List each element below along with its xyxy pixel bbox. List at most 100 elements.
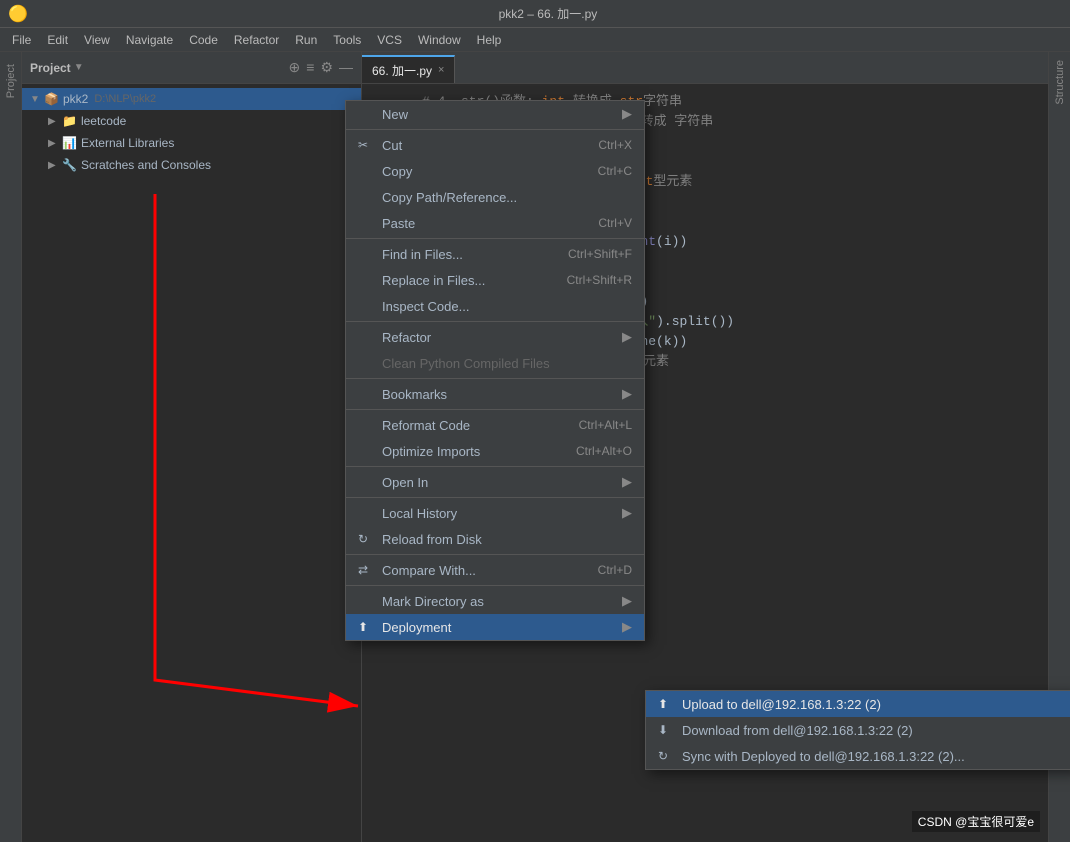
menu-window[interactable]: Window bbox=[410, 28, 469, 52]
ctx-reformat-shortcut: Ctrl+Alt+L bbox=[579, 418, 632, 432]
deployment-upload[interactable]: ⬆ Upload to dell@192.168.1.3:22 (2) bbox=[646, 691, 1070, 717]
tree-item-scratches[interactable]: ▶ 🔧 Scratches and Consoles bbox=[22, 154, 361, 176]
deployment-icon: ⬆ bbox=[358, 620, 378, 634]
ctx-optimize-imports[interactable]: Optimize Imports Ctrl+Alt+O bbox=[346, 438, 644, 464]
watermark: CSDN @宝宝很可爱e bbox=[912, 811, 1040, 832]
ctx-refactor[interactable]: Refactor ▶ bbox=[346, 324, 644, 350]
ctx-cut-label: Cut bbox=[382, 138, 402, 153]
deployment-download-label: Download from dell@192.168.1.3:22 (2) bbox=[682, 723, 913, 738]
project-header: Project ▼ ⊕ ≡ ⚙ — bbox=[22, 52, 361, 84]
new-submenu-arrow: ▶ bbox=[622, 106, 632, 122]
app-logo: 🟡 bbox=[8, 4, 28, 24]
collapse-icon[interactable]: ≡ bbox=[306, 59, 314, 76]
history-submenu-arrow: ▶ bbox=[622, 505, 632, 521]
scratches-icon: 🔧 bbox=[62, 158, 77, 172]
tree-path-pkk2: D:\NLP\pkk2 bbox=[94, 93, 156, 105]
ctx-sep-8 bbox=[346, 554, 644, 555]
ctx-local-history-label: Local History bbox=[382, 506, 457, 521]
ctx-reload-label: Reload from Disk bbox=[382, 532, 482, 547]
ctx-find-in-files[interactable]: Find in Files... Ctrl+Shift+F bbox=[346, 241, 644, 267]
tree-item-leetcode[interactable]: ▶ 📁 leetcode bbox=[22, 110, 361, 132]
ctx-open-in[interactable]: Open In ▶ bbox=[346, 469, 644, 495]
tab-bar: 66. 加一.py × bbox=[362, 52, 1048, 84]
ctx-paste[interactable]: Paste Ctrl+V bbox=[346, 210, 644, 236]
menu-navigate[interactable]: Navigate bbox=[118, 28, 181, 52]
ctx-sep-7 bbox=[346, 497, 644, 498]
module-icon-pkk2: 📦 bbox=[44, 92, 59, 106]
cut-icon: ✂ bbox=[358, 138, 378, 152]
tree-item-external-libraries[interactable]: ▶ 📊 External Libraries bbox=[22, 132, 361, 154]
ctx-reload-from-disk[interactable]: ↻ Reload from Disk bbox=[346, 526, 644, 552]
tree-label-leetcode: leetcode bbox=[81, 114, 126, 128]
ctx-sep-4 bbox=[346, 378, 644, 379]
reload-icon: ↻ bbox=[358, 532, 378, 546]
ctx-clean-compiled: Clean Python Compiled Files bbox=[346, 350, 644, 376]
menu-edit[interactable]: Edit bbox=[39, 28, 76, 52]
tree-item-pkk2[interactable]: ▼ 📦 pkk2 D:\NLP\pkk2 bbox=[22, 88, 361, 110]
ctx-replace-in-files[interactable]: Replace in Files... Ctrl+Shift+R bbox=[346, 267, 644, 293]
ctx-compare-shortcut: Ctrl+D bbox=[598, 563, 632, 577]
ctx-sep-1 bbox=[346, 129, 644, 130]
deployment-download[interactable]: ⬇ Download from dell@192.168.1.3:22 (2) bbox=[646, 717, 1070, 743]
ctx-new[interactable]: New ▶ bbox=[346, 101, 644, 127]
sidebar-tab-project[interactable]: Project bbox=[3, 56, 19, 106]
ctx-sep-3 bbox=[346, 321, 644, 322]
deployment-submenu-arrow: ▶ bbox=[622, 619, 632, 635]
menu-tools[interactable]: Tools bbox=[325, 28, 369, 52]
menu-run[interactable]: Run bbox=[287, 28, 325, 52]
menu-help[interactable]: Help bbox=[469, 28, 510, 52]
menu-file[interactable]: File bbox=[4, 28, 39, 52]
ctx-refactor-label: Refactor bbox=[382, 330, 431, 345]
menu-vcs[interactable]: VCS bbox=[369, 28, 410, 52]
minimize-icon[interactable]: — bbox=[339, 59, 353, 76]
project-panel: Project ▼ ⊕ ≡ ⚙ — ▼ 📦 pkk2 D:\NLP\pkk2 ▶… bbox=[22, 52, 362, 842]
ctx-new-label: New bbox=[382, 107, 408, 122]
project-title: Project bbox=[30, 61, 71, 75]
ctx-mark-directory-as[interactable]: Mark Directory as ▶ bbox=[346, 588, 644, 614]
deployment-submenu: ⬆ Upload to dell@192.168.1.3:22 (2) ⬇ Do… bbox=[645, 690, 1070, 770]
tab-close-button[interactable]: × bbox=[438, 64, 444, 76]
deployment-sync[interactable]: ↻ Sync with Deployed to dell@192.168.1.3… bbox=[646, 743, 1070, 769]
ctx-find-in-files-label: Find in Files... bbox=[382, 247, 463, 262]
ctx-sep-5 bbox=[346, 409, 644, 410]
menu-view[interactable]: View bbox=[76, 28, 118, 52]
project-dropdown-arrow[interactable]: ▼ bbox=[74, 62, 84, 73]
menu-code[interactable]: Code bbox=[181, 28, 226, 52]
mark-submenu-arrow: ▶ bbox=[622, 593, 632, 609]
external-libraries-icon: 📊 bbox=[62, 136, 77, 150]
tab-active[interactable]: 66. 加一.py × bbox=[362, 55, 455, 83]
project-tree: ▼ 📦 pkk2 D:\NLP\pkk2 ▶ 📁 leetcode ▶ 📊 Ex… bbox=[22, 84, 361, 842]
tree-label-external-libraries: External Libraries bbox=[81, 136, 174, 150]
ctx-copy-path-label: Copy Path/Reference... bbox=[382, 190, 517, 205]
menu-refactor[interactable]: Refactor bbox=[226, 28, 287, 52]
ctx-cut[interactable]: ✂ Cut Ctrl+X bbox=[346, 132, 644, 158]
ctx-sep-6 bbox=[346, 466, 644, 467]
tree-label-pkk2: pkk2 bbox=[63, 92, 88, 106]
tree-label-scratches: Scratches and Consoles bbox=[81, 158, 211, 172]
ctx-find-shortcut: Ctrl+Shift+F bbox=[568, 247, 632, 261]
ctx-copy-shortcut: Ctrl+C bbox=[598, 164, 632, 178]
ctx-mark-label: Mark Directory as bbox=[382, 594, 484, 609]
locate-icon[interactable]: ⊕ bbox=[289, 59, 301, 76]
options-icon[interactable]: ⚙ bbox=[320, 59, 333, 76]
expand-arrow-scratches: ▶ bbox=[48, 160, 62, 171]
ctx-compare-with[interactable]: ⇄ Compare With... Ctrl+D bbox=[346, 557, 644, 583]
open-in-submenu-arrow: ▶ bbox=[622, 474, 632, 490]
ctx-open-in-label: Open In bbox=[382, 475, 428, 490]
sidebar-tab-structure[interactable]: Structure bbox=[1052, 52, 1068, 113]
ctx-cut-shortcut: Ctrl+X bbox=[598, 138, 632, 152]
ctx-deployment[interactable]: ⬆ Deployment ▶ bbox=[346, 614, 644, 640]
download-icon: ⬇ bbox=[658, 723, 678, 737]
ctx-copy-path[interactable]: Copy Path/Reference... bbox=[346, 184, 644, 210]
ctx-reformat-code[interactable]: Reformat Code Ctrl+Alt+L bbox=[346, 412, 644, 438]
ctx-clean-label: Clean Python Compiled Files bbox=[382, 356, 550, 371]
expand-arrow-leetcode: ▶ bbox=[48, 116, 62, 127]
window-title: pkk2 – 66. 加一.py bbox=[499, 5, 598, 22]
ctx-bookmarks[interactable]: Bookmarks ▶ bbox=[346, 381, 644, 407]
ctx-copy[interactable]: Copy Ctrl+C bbox=[346, 158, 644, 184]
ctx-local-history[interactable]: Local History ▶ bbox=[346, 500, 644, 526]
compare-icon: ⇄ bbox=[358, 563, 378, 577]
title-bar: 🟡 pkk2 – 66. 加一.py bbox=[0, 0, 1070, 28]
refactor-submenu-arrow: ▶ bbox=[622, 329, 632, 345]
ctx-inspect-code[interactable]: Inspect Code... bbox=[346, 293, 644, 319]
